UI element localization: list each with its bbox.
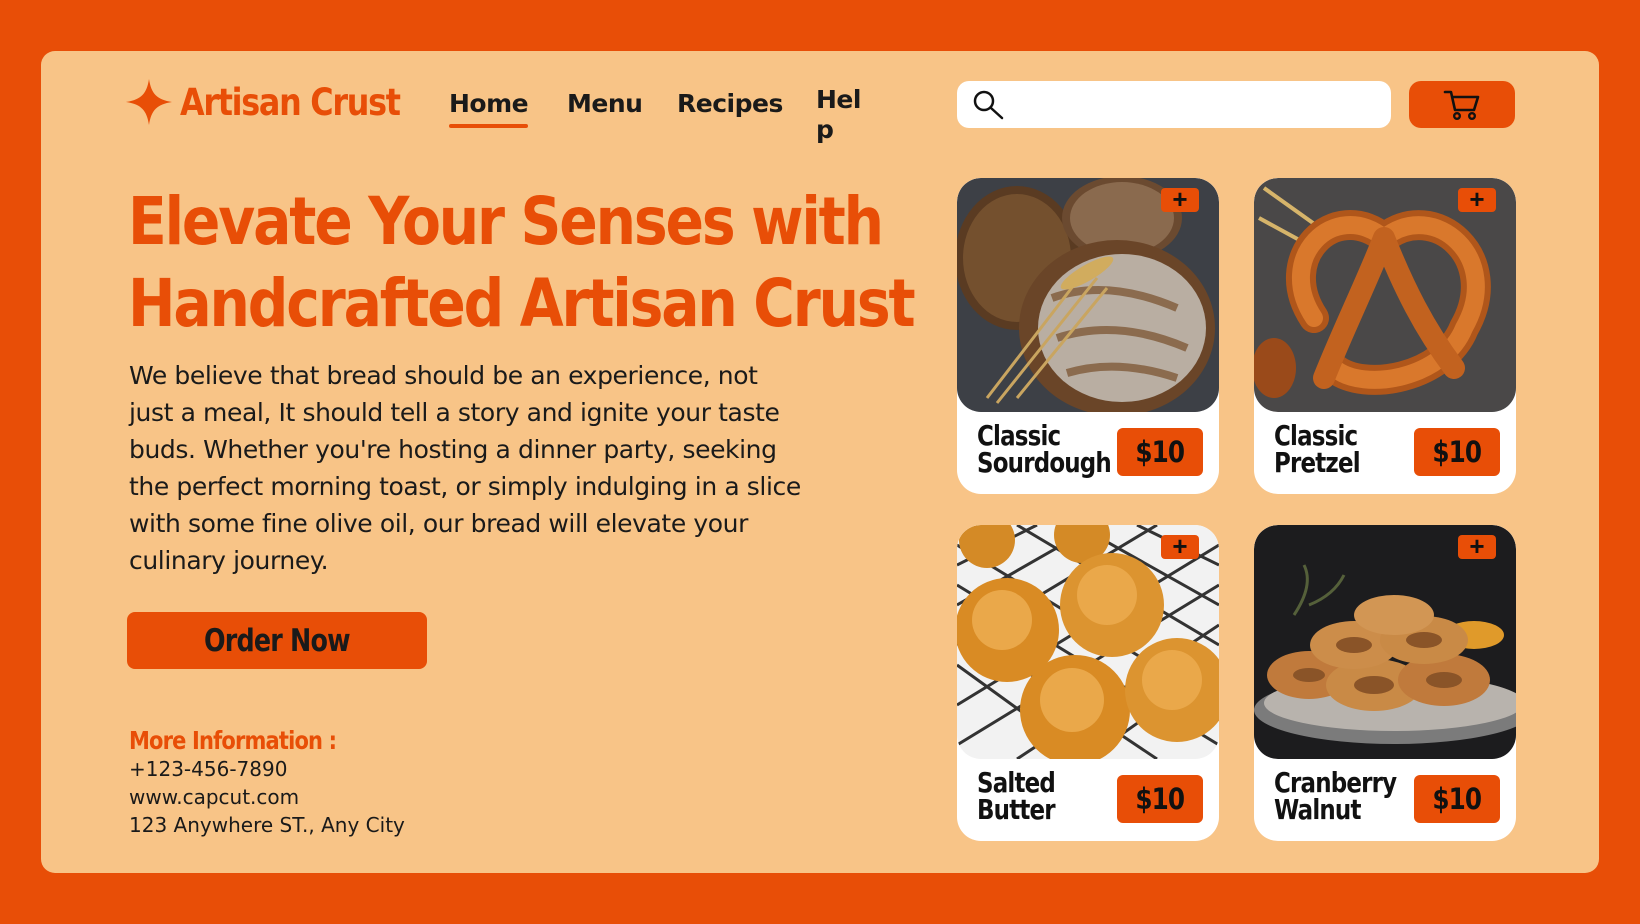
order-now-button[interactable]: Order Now: [127, 612, 427, 669]
product-image: +: [1254, 525, 1516, 759]
brand-logo[interactable]: Artisan Crust: [126, 79, 435, 125]
product-name: Cranberry Walnut: [1274, 766, 1397, 826]
info-website[interactable]: www.capcut.com: [129, 785, 299, 809]
hero-headline-line2: Handcrafted Artisan Crust: [128, 265, 916, 342]
nav-menu[interactable]: Menu: [567, 89, 643, 118]
product-price: $10: [1135, 435, 1186, 469]
main-panel: Artisan Crust Home Menu Recipes Help Ele…: [41, 51, 1599, 873]
product-card[interactable]: + Salted Butter $10: [957, 525, 1219, 841]
add-to-cart-button[interactable]: +: [1458, 186, 1496, 212]
hero-description: We believe that bread should be an exper…: [129, 361, 801, 575]
nav-home[interactable]: Home: [449, 89, 529, 128]
product-image: +: [957, 525, 1219, 759]
brand-name: Artisan Crust: [180, 80, 401, 124]
info-address: 123 Anywhere ST., Any City: [129, 813, 405, 837]
search-input[interactable]: [1013, 83, 1391, 126]
add-to-cart-button[interactable]: +: [1161, 186, 1199, 212]
product-name: Classic Sourdough: [977, 419, 1112, 479]
add-to-cart-button[interactable]: +: [1161, 533, 1199, 559]
price-button[interactable]: $10: [1117, 775, 1203, 823]
product-card[interactable]: + Classic Sourdough $10: [957, 178, 1219, 494]
hero-headline-line1: Elevate Your Senses with: [128, 183, 884, 260]
add-to-cart-button[interactable]: +: [1458, 533, 1496, 559]
price-button[interactable]: $10: [1117, 428, 1203, 476]
sparkle-icon: [126, 79, 172, 125]
nav-help[interactable]: Help: [816, 85, 868, 145]
product-image: +: [1254, 178, 1516, 412]
price-button[interactable]: $10: [1414, 428, 1500, 476]
order-now-label: Order Now: [204, 622, 351, 659]
product-name: Salted Butter: [977, 766, 1056, 826]
search-icon: [973, 90, 1004, 119]
more-info-title: More Information :: [129, 726, 337, 755]
hero-headline: Elevate Your Senses with Handcrafted Art…: [128, 181, 916, 345]
cart-button[interactable]: [1409, 81, 1515, 128]
product-card[interactable]: + Classic Pretzel $10: [1254, 178, 1516, 494]
product-price: $10: [1135, 782, 1186, 816]
info-phone: +123-456-7890: [129, 757, 288, 781]
nav-recipes[interactable]: Recipes: [677, 89, 783, 118]
product-image: +: [957, 178, 1219, 412]
cart-icon: [1443, 90, 1480, 120]
product-price: $10: [1432, 435, 1483, 469]
search-bar[interactable]: [957, 81, 1391, 128]
product-name: Classic Pretzel: [1274, 419, 1361, 479]
product-card[interactable]: + Cranberry Walnut $10: [1254, 525, 1516, 841]
price-button[interactable]: $10: [1414, 775, 1500, 823]
product-price: $10: [1432, 782, 1483, 816]
